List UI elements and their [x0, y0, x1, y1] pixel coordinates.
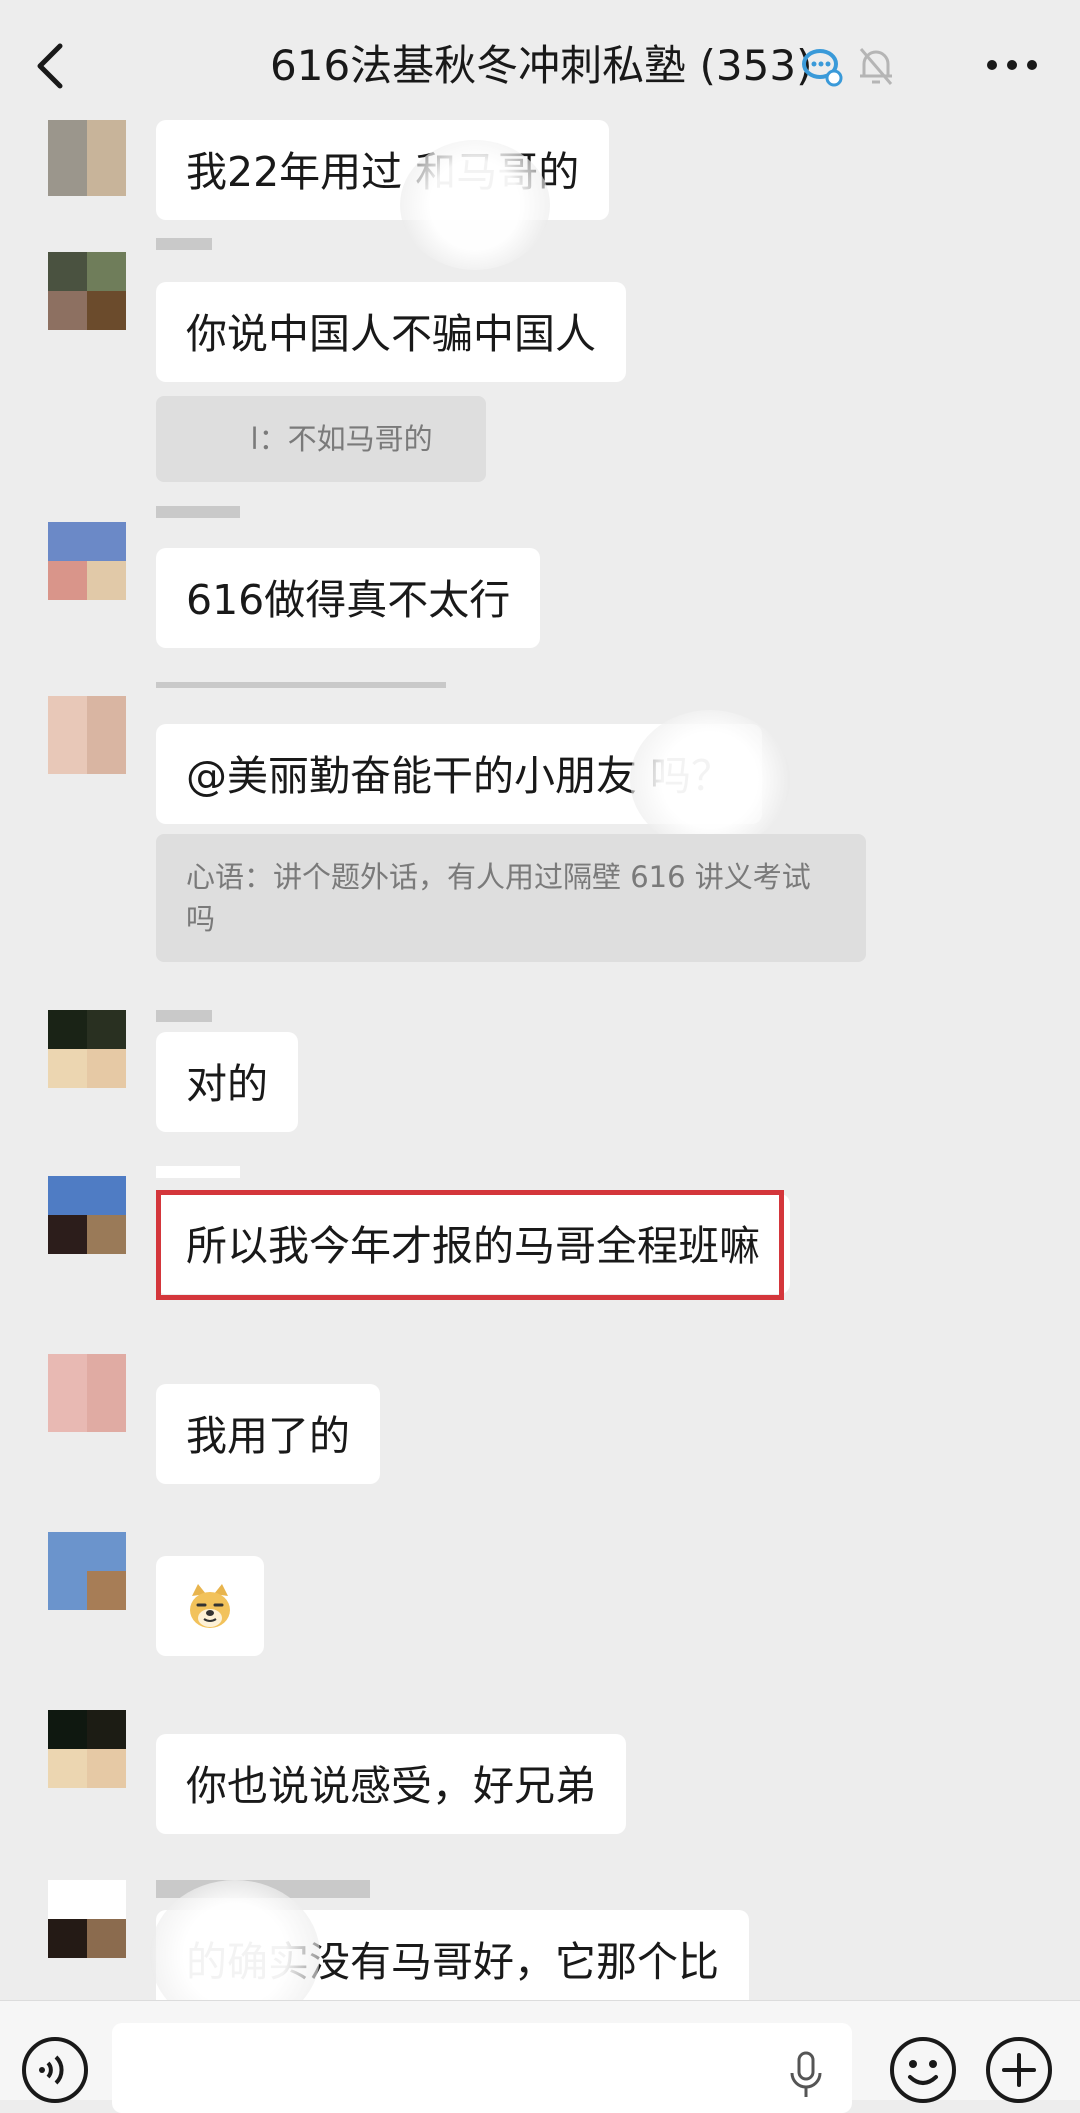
avatar-tile: [87, 291, 126, 330]
avatar-tile: [48, 1880, 87, 1919]
avatar[interactable]: [48, 1710, 126, 1788]
sender-name: [156, 506, 240, 518]
avatar-tile: [48, 522, 87, 561]
more-options-button[interactable]: [984, 50, 1040, 80]
avatar-tile: [48, 252, 87, 291]
blur-mask: [400, 140, 550, 270]
avatar[interactable]: [48, 1010, 126, 1088]
chat-title: 616法基秋冬冲刺私塾 (353): [270, 41, 813, 90]
avatar[interactable]: [48, 1880, 126, 1958]
message-bubble[interactable]: 我用了的: [156, 1384, 380, 1484]
avatar-tile: [87, 252, 126, 291]
avatar-tile: [48, 1010, 87, 1049]
avatar-tile: [87, 522, 126, 561]
emoji-button[interactable]: [888, 2035, 958, 2105]
voice-button[interactable]: [20, 2035, 90, 2105]
avatar[interactable]: [48, 522, 126, 600]
avatar[interactable]: [48, 1532, 126, 1610]
plus-button[interactable]: [984, 2035, 1054, 2105]
avatar-tile: [87, 1710, 126, 1749]
quoted-message[interactable]: l：不如马哥的: [156, 396, 486, 482]
avatar-tile: [48, 561, 87, 600]
avatar-tile: [87, 1749, 126, 1788]
message-list[interactable]: 我22年用过 和马哥的 你说中国人不骗中国人 l：不如马哥的 616做得真不太行…: [0, 120, 1080, 2000]
avatar-tile: [87, 561, 126, 600]
message-bubble[interactable]: 616做得真不太行: [156, 548, 541, 648]
message-bubble[interactable]: 对的: [156, 1032, 298, 1132]
avatar-tile: [48, 291, 87, 330]
avatar[interactable]: [48, 252, 126, 330]
voice-input-icon: [22, 2037, 88, 2103]
sender-name: [156, 1166, 240, 1178]
avatar-tile: [87, 1571, 126, 1610]
back-button[interactable]: [28, 38, 76, 94]
avatar[interactable]: [48, 120, 126, 196]
chevron-left-icon: [37, 43, 63, 89]
avatar-tile: [48, 157, 87, 196]
avatar-tile: [87, 1393, 126, 1432]
avatar-tile: [48, 696, 87, 735]
avatar-tile: [87, 735, 126, 774]
group-chat-icon: [802, 49, 843, 87]
emoji-smile-icon: [890, 2037, 956, 2103]
avatar-tile: [87, 1049, 126, 1088]
avatar-tile: [48, 1919, 87, 1958]
sender-name: [156, 682, 446, 688]
avatar[interactable]: [48, 696, 126, 774]
avatar-tile: [87, 1880, 126, 1919]
avatar-tile: [87, 1215, 126, 1254]
sender-name: [156, 1010, 212, 1022]
message-bubble[interactable]: 你也说说感受，好兄弟: [156, 1734, 626, 1834]
chat-header: 616法基秋冬冲刺私塾 (353): [0, 0, 1080, 132]
avatar-tile: [48, 1532, 87, 1571]
microphone-button[interactable]: [786, 2051, 826, 2101]
avatar-tile: [48, 735, 87, 774]
avatar-tile: [48, 1393, 87, 1432]
sender-name: [156, 238, 212, 250]
message-bubble[interactable]: 你说中国人不骗中国人: [156, 282, 626, 382]
avatar[interactable]: [48, 1354, 126, 1432]
avatar-tile: [87, 1176, 126, 1215]
message-input[interactable]: [112, 2023, 852, 2113]
avatar-tile: [87, 120, 126, 157]
avatar-tile: [48, 1176, 87, 1215]
avatar-tile: [87, 696, 126, 735]
doge-emoji: [190, 1584, 230, 1628]
more-dots-icon: [987, 60, 1037, 70]
avatar-tile: [87, 1919, 126, 1958]
message-bubble[interactable]: [156, 1556, 264, 1656]
avatar-tile: [48, 1710, 87, 1749]
mute-bell-icon: [859, 48, 893, 85]
input-bar: [0, 2000, 1080, 2113]
avatar[interactable]: [48, 1176, 126, 1254]
blur-mask: [150, 1880, 320, 2000]
avatar-tile: [87, 1354, 126, 1393]
microphone-icon: [790, 2051, 822, 2097]
plus-circle-icon: [986, 2037, 1052, 2103]
avatar-tile: [48, 1571, 87, 1610]
highlight-frame: [156, 1190, 784, 1300]
avatar-tile: [48, 120, 87, 157]
quoted-message[interactable]: 心语：讲个题外话，有人用过隔壁 616 讲义考试吗: [156, 834, 866, 962]
avatar-tile: [48, 1749, 87, 1788]
avatar-tile: [87, 157, 126, 196]
avatar-tile: [87, 1010, 126, 1049]
avatar-tile: [48, 1354, 87, 1393]
avatar-tile: [87, 1532, 126, 1571]
blur-mask: [630, 710, 790, 850]
avatar-tile: [48, 1215, 87, 1254]
avatar-tile: [48, 1049, 87, 1088]
